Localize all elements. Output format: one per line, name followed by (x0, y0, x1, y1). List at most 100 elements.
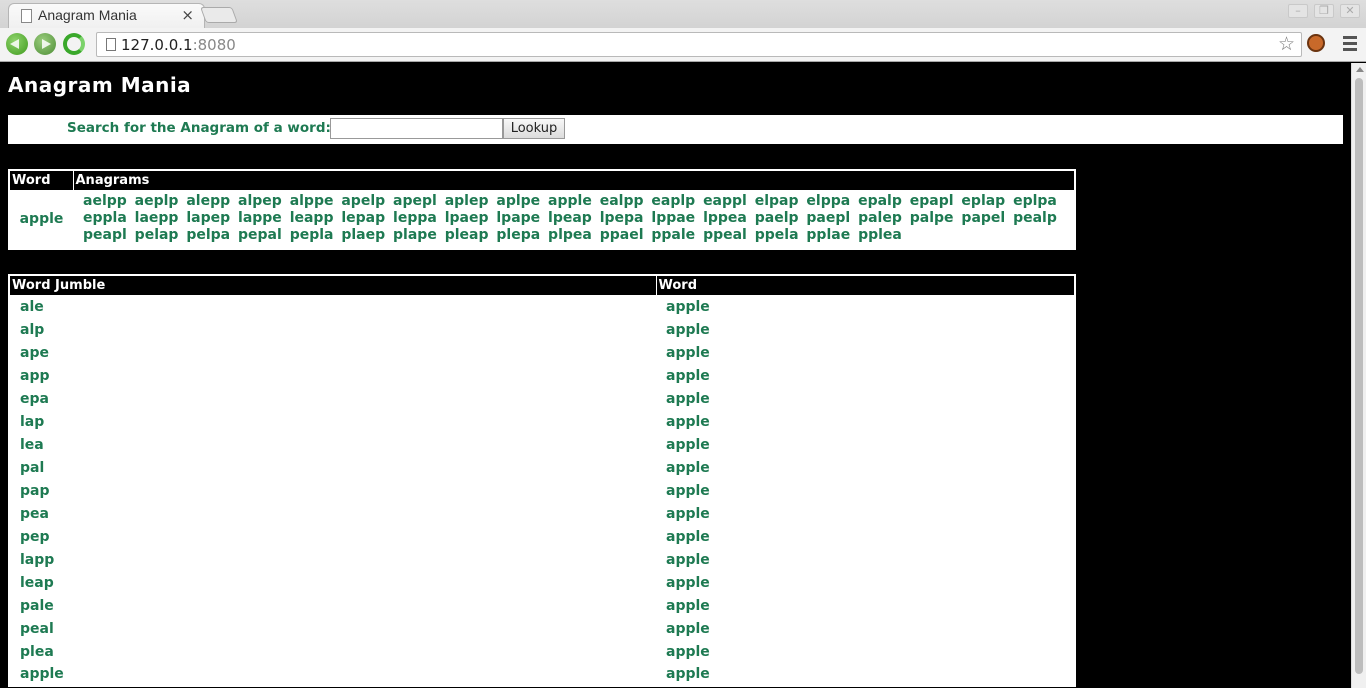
anagram-link[interactable]: pepal (238, 227, 282, 243)
anagram-link[interactable]: apelp (341, 193, 385, 209)
anagram-link[interactable]: epapl (910, 193, 954, 209)
anagram-link[interactable]: aeplp (135, 193, 179, 209)
anagram-link[interactable]: lappe (238, 210, 282, 226)
jumble-link[interactable]: lapp (20, 552, 54, 568)
word-link[interactable]: apple (666, 483, 710, 499)
anagram-link[interactable]: peapl (83, 227, 127, 243)
back-arrow-icon[interactable] (6, 33, 28, 55)
anagram-link[interactable]: eaplp (651, 193, 695, 209)
close-window-icon[interactable]: ✕ (1340, 4, 1360, 18)
anagram-link[interactable]: lapep (186, 210, 230, 226)
anagram-link[interactable]: leppa (393, 210, 437, 226)
jumble-link[interactable]: app (20, 368, 50, 384)
jumble-link[interactable]: alp (20, 322, 44, 338)
anagram-link[interactable]: plpea (548, 227, 592, 243)
extension-icon[interactable] (1307, 34, 1325, 52)
anagram-link[interactable]: apepl (393, 193, 437, 209)
word-link[interactable]: apple (666, 575, 710, 591)
anagram-link[interactable]: aelpp (83, 193, 127, 209)
word-link[interactable]: apple (666, 437, 710, 453)
anagram-link[interactable]: palep (858, 210, 902, 226)
jumble-link[interactable]: peal (20, 621, 54, 637)
jumble-link[interactable]: plea (20, 644, 54, 660)
word-link[interactable]: apple (666, 529, 710, 545)
anagram-link[interactable]: plaep (341, 227, 385, 243)
anagram-link[interactable]: pelpa (186, 227, 230, 243)
word-link[interactable]: apple (666, 345, 710, 361)
anagram-link[interactable]: apple (548, 193, 592, 209)
anagram-link[interactable]: elpap (755, 193, 799, 209)
word-link[interactable]: apple (666, 666, 710, 682)
jumble-link[interactable]: lea (20, 437, 44, 453)
anagram-link[interactable]: lppea (703, 210, 747, 226)
anagram-link[interactable]: elppa (806, 193, 850, 209)
word-link[interactable]: apple (666, 299, 710, 315)
anagram-link[interactable]: pealp (1013, 210, 1057, 226)
anagram-link[interactable]: eappl (703, 193, 747, 209)
anagram-link[interactable]: ppale (651, 227, 695, 243)
anagram-link[interactable]: papel (961, 210, 1005, 226)
anagram-link[interactable]: aplpe (496, 193, 540, 209)
jumble-link[interactable]: ale (20, 299, 44, 315)
anagram-link[interactable]: eplpa (1013, 193, 1057, 209)
vertical-scrollbar[interactable] (1351, 63, 1366, 688)
anagram-link[interactable]: alppe (290, 193, 334, 209)
anagram-link[interactable]: pleap (445, 227, 489, 243)
jumble-link[interactable]: pal (20, 460, 44, 476)
tab-close-icon[interactable]: × (181, 6, 194, 24)
anagram-link[interactable]: alpep (238, 193, 282, 209)
word-link[interactable]: apple (666, 552, 710, 568)
anagram-link[interactable]: ealpp (600, 193, 644, 209)
anagram-link[interactable]: paepl (806, 210, 850, 226)
anagram-link[interactable]: ppeal (703, 227, 747, 243)
scrollbar-thumb[interactable] (1355, 78, 1363, 674)
word-link[interactable]: apple (666, 460, 710, 476)
word-link[interactable]: apple (20, 211, 64, 227)
bookmark-star-icon[interactable]: ☆ (1278, 33, 1295, 55)
browser-tab[interactable]: Anagram Mania × (8, 3, 205, 28)
jumble-link[interactable]: epa (20, 391, 49, 407)
jumble-link[interactable]: lap (20, 414, 44, 430)
minimize-window-icon[interactable]: – (1288, 4, 1308, 18)
anagram-link[interactable]: epalp (858, 193, 902, 209)
anagram-link[interactable]: plape (393, 227, 437, 243)
word-link[interactable]: apple (666, 506, 710, 522)
jumble-link[interactable]: pea (20, 506, 49, 522)
anagram-link[interactable]: lpepa (600, 210, 644, 226)
menu-icon[interactable] (1343, 36, 1357, 54)
jumble-link[interactable]: apple (20, 666, 64, 682)
anagram-link[interactable]: lepap (341, 210, 385, 226)
anagram-link[interactable]: laepp (135, 210, 179, 226)
jumble-link[interactable]: pale (20, 598, 54, 614)
anagram-link[interactable]: palpe (910, 210, 954, 226)
jumble-link[interactable]: pap (20, 483, 50, 499)
word-link[interactable]: apple (666, 322, 710, 338)
anagram-link[interactable]: paelp (755, 210, 799, 226)
word-link[interactable]: apple (666, 368, 710, 384)
anagram-link[interactable]: pplea (858, 227, 902, 243)
scroll-up-arrow-icon[interactable] (1356, 67, 1364, 72)
anagram-link[interactable]: lppae (651, 210, 695, 226)
lookup-button[interactable]: Lookup (503, 118, 565, 139)
word-link[interactable]: apple (666, 621, 710, 637)
anagram-link[interactable]: ppael (600, 227, 644, 243)
jumble-link[interactable]: ape (20, 345, 49, 361)
anagram-link[interactable]: lpaep (445, 210, 489, 226)
jumble-link[interactable]: leap (20, 575, 54, 591)
reload-icon[interactable] (63, 33, 85, 55)
word-link[interactable]: apple (666, 391, 710, 407)
anagram-link[interactable]: eppla (83, 210, 127, 226)
forward-arrow-icon[interactable] (34, 33, 56, 55)
anagram-link[interactable]: ppela (755, 227, 799, 243)
anagram-link[interactable]: alepp (186, 193, 230, 209)
word-link[interactable]: apple (666, 414, 710, 430)
anagram-link[interactable]: pepla (290, 227, 334, 243)
word-link[interactable]: apple (666, 598, 710, 614)
anagram-link[interactable]: lpeap (548, 210, 592, 226)
anagram-link[interactable]: lpape (496, 210, 540, 226)
anagram-link[interactable]: leapp (290, 210, 334, 226)
new-tab-button[interactable] (200, 7, 238, 23)
anagram-link[interactable]: aplep (445, 193, 489, 209)
search-input[interactable] (330, 118, 503, 139)
anagram-link[interactable]: eplap (961, 193, 1005, 209)
